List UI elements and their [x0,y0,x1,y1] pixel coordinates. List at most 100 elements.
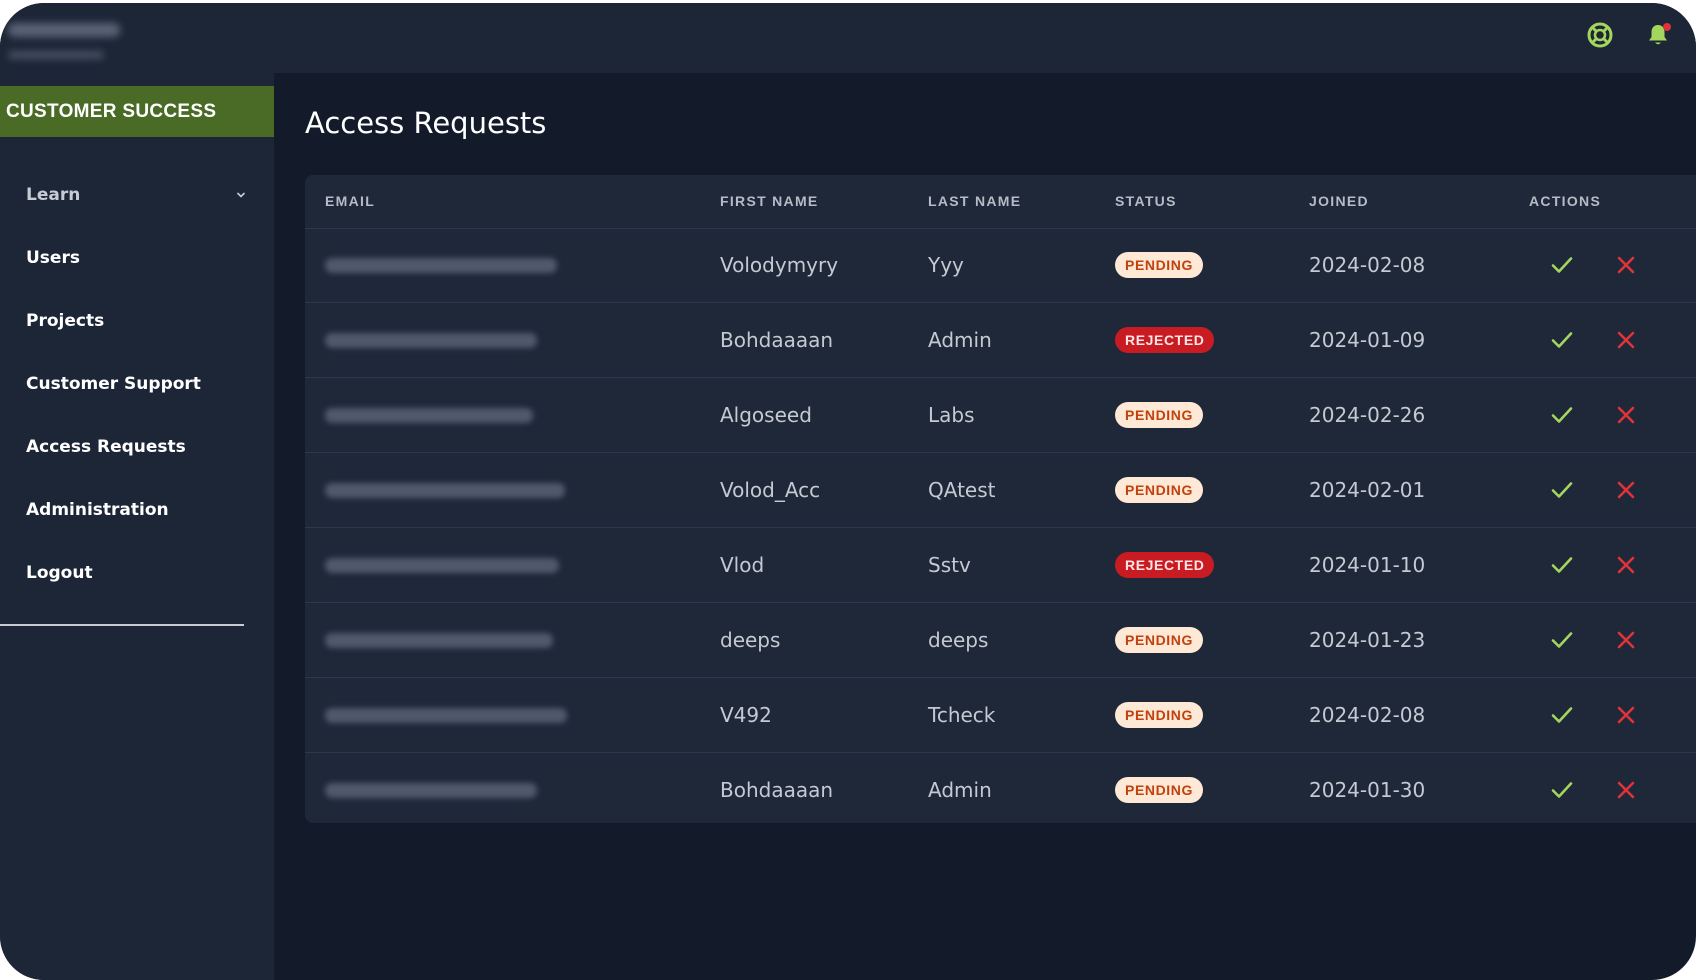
table-row: Volod_Acc QAtest PENDING 2024-02-01 [305,453,1696,528]
reject-button[interactable] [1612,776,1640,804]
approve-button[interactable] [1548,776,1576,804]
sidebar-item-label: Logout [26,563,93,583]
sidebar: CUSTOMER SUCCESS Learn Users Projects Cu… [0,73,274,980]
approve-button[interactable] [1548,401,1576,429]
sidebar-item-label: Users [26,248,80,268]
sidebar-section-header[interactable]: CUSTOMER SUCCESS [0,86,274,137]
first-name-cell: Algoseed [720,403,812,427]
email-cell-redacted [325,258,557,273]
close-icon [1617,556,1635,574]
check-icon [1551,257,1573,273]
last-name-cell: deeps [928,628,989,652]
close-icon [1617,256,1635,274]
table-row: Algoseed Labs PENDING 2024-02-26 [305,378,1696,453]
joined-cell: 2024-02-08 [1309,703,1426,727]
reject-button[interactable] [1612,626,1640,654]
close-icon [1617,406,1635,424]
first-name-cell: Vlod [720,553,765,577]
brand-logo [8,19,128,67]
table-row: Bohdaaaan Admin PENDING 2024-01-30 [305,753,1696,827]
status-badge: PENDING [1115,402,1203,428]
column-header-email: EMAIL [325,193,376,209]
last-name-cell: Sstv [928,553,971,577]
chevron-down-icon [236,192,246,198]
table-header: EMAIL FIRST NAME LAST NAME STATUS JOINED… [305,175,1696,229]
reject-button[interactable] [1612,326,1640,354]
table-row: Vlod Sstv REJECTED 2024-01-10 [305,528,1696,603]
first-name-cell: deeps [720,628,781,652]
approve-button[interactable] [1548,626,1576,654]
check-icon [1551,482,1573,498]
last-name-cell: QAtest [928,478,996,502]
close-icon [1617,781,1635,799]
email-cell-redacted [325,408,533,423]
check-icon [1551,332,1573,348]
sidebar-item-learn[interactable]: Learn [26,178,246,212]
app-window: CUSTOMER SUCCESS Learn Users Projects Cu… [0,3,1696,980]
reject-button[interactable] [1612,551,1640,579]
table-row: Bohdaaaan Admin REJECTED 2024-01-09 [305,303,1696,378]
sidebar-item-projects[interactable]: Projects [26,304,246,338]
status-badge: PENDING [1115,777,1203,803]
table-row: deeps deeps PENDING 2024-01-23 [305,603,1696,678]
email-cell-redacted [325,633,553,648]
sidebar-divider [0,624,244,626]
close-icon [1617,631,1635,649]
status-badge: PENDING [1115,627,1203,653]
last-name-cell: Yyy [928,253,964,277]
approve-button[interactable] [1548,551,1576,579]
email-cell-redacted [325,783,537,798]
approve-button[interactable] [1548,326,1576,354]
joined-cell: 2024-02-08 [1309,253,1426,277]
joined-cell: 2024-01-10 [1309,553,1426,577]
sidebar-item-label: Learn [26,185,81,205]
status-badge: REJECTED [1115,552,1215,578]
table-row: V492 Tcheck PENDING 2024-02-08 [305,678,1696,753]
sidebar-item-label: Access Requests [26,437,186,457]
column-header-actions: ACTIONS [1529,193,1602,209]
sidebar-item-logout[interactable]: Logout [26,556,246,590]
check-icon [1551,407,1573,423]
check-icon [1551,707,1573,723]
first-name-cell: Bohdaaaan [720,778,834,802]
sidebar-item-customer-support[interactable]: Customer Support [26,367,246,401]
first-name-cell: Volod_Acc [720,478,821,502]
approve-button[interactable] [1548,251,1576,279]
reject-button[interactable] [1612,701,1640,729]
status-badge: PENDING [1115,477,1203,503]
last-name-cell: Labs [928,403,975,427]
joined-cell: 2024-01-30 [1309,778,1426,802]
status-badge: PENDING [1115,702,1203,728]
table-row: Volodymyry Yyy PENDING 2024-02-08 [305,228,1696,303]
approve-button[interactable] [1548,476,1576,504]
joined-cell: 2024-02-01 [1309,478,1426,502]
sidebar-item-label: Customer Support [26,374,201,394]
sidebar-item-access-requests[interactable]: Access Requests [26,430,246,464]
access-requests-table: EMAIL FIRST NAME LAST NAME STATUS JOINED… [305,175,1696,823]
column-header-last-name: LAST NAME [928,193,1022,209]
close-icon [1617,331,1635,349]
sidebar-item-administration[interactable]: Administration [26,493,246,527]
sidebar-item-users[interactable]: Users [26,241,246,275]
email-cell-redacted [325,558,559,573]
first-name-cell: Bohdaaaan [720,328,834,352]
page-title: Access Requests [305,106,547,140]
help-icon[interactable] [1584,19,1616,51]
close-icon [1617,706,1635,724]
approve-button[interactable] [1548,701,1576,729]
last-name-cell: Tcheck [928,703,996,727]
check-icon [1551,632,1573,648]
last-name-cell: Admin [928,778,992,802]
joined-cell: 2024-01-23 [1309,628,1426,652]
reject-button[interactable] [1612,476,1640,504]
notification-dot [1663,23,1671,31]
top-bar [0,3,1696,73]
notifications-bell-icon[interactable] [1642,19,1674,51]
reject-button[interactable] [1612,401,1640,429]
close-icon [1617,481,1635,499]
first-name-cell: V492 [720,703,772,727]
reject-button[interactable] [1612,251,1640,279]
first-name-cell: Volodymyry [720,253,839,277]
status-badge: PENDING [1115,252,1203,278]
email-cell-redacted [325,483,565,498]
